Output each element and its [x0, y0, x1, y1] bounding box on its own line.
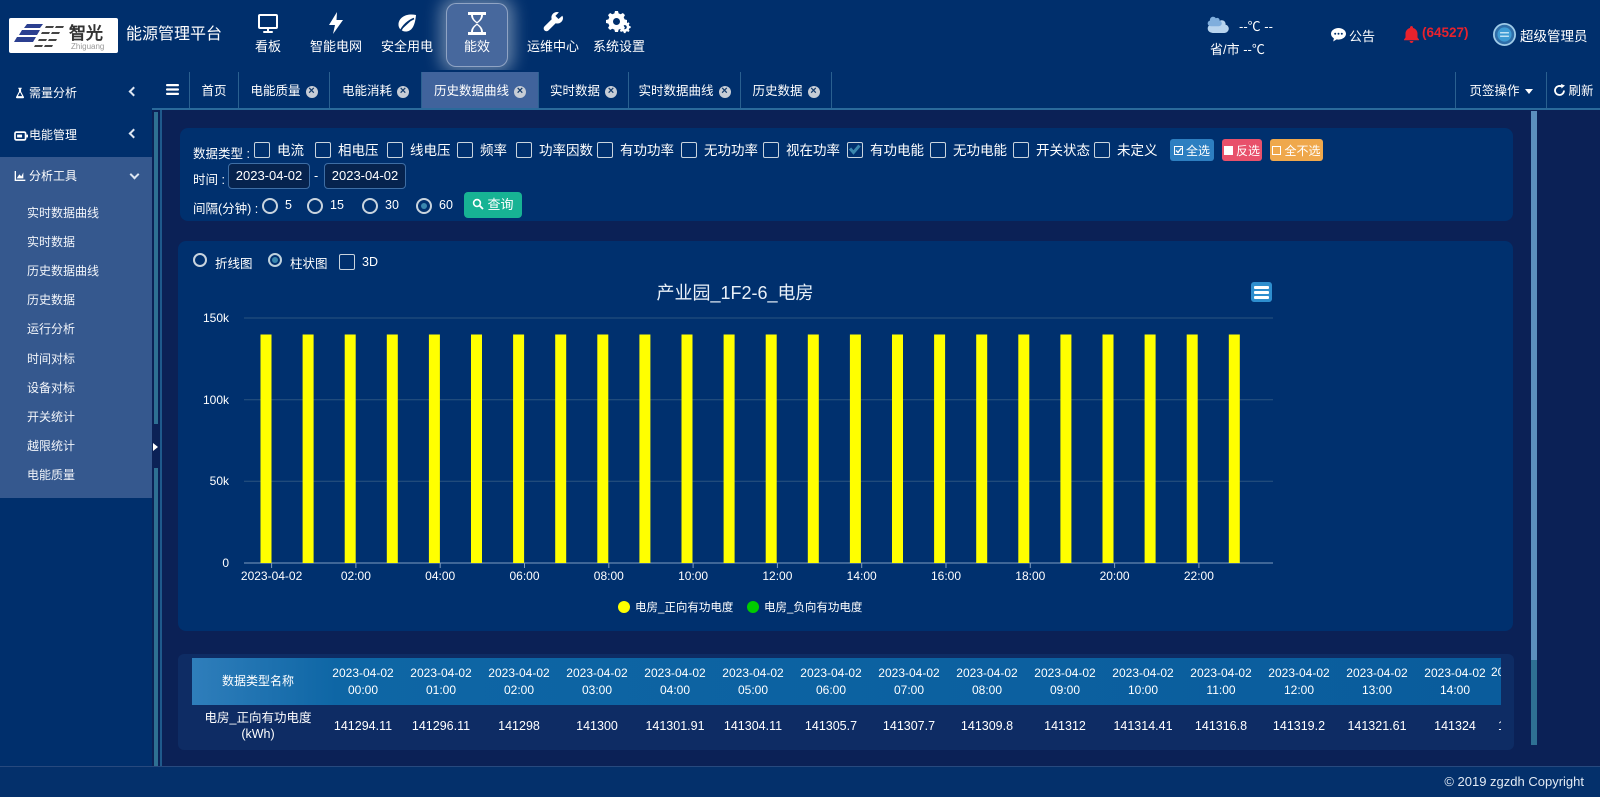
svg-text:150k: 150k — [203, 311, 230, 325]
svg-text:0: 0 — [222, 556, 229, 570]
svg-text:22:00: 22:00 — [1184, 569, 1214, 583]
svg-text:2023-04-02: 2023-04-02 — [241, 569, 303, 583]
svg-text:14:00: 14:00 — [847, 569, 877, 583]
svg-text:100k: 100k — [203, 393, 230, 407]
svg-text:06:00: 06:00 — [509, 569, 539, 583]
svg-text:电房_正向有功电度: 电房_正向有功电度 — [635, 600, 734, 614]
svg-text:电房_负向有功电度: 电房_负向有功电度 — [764, 600, 863, 614]
svg-text:智光: 智光 — [69, 19, 103, 44]
svg-text:16:00: 16:00 — [931, 569, 961, 583]
svg-text:50k: 50k — [210, 474, 230, 488]
svg-text:18:00: 18:00 — [1015, 569, 1045, 583]
svg-text:Zhiguang: Zhiguang — [71, 42, 104, 51]
svg-text:04:00: 04:00 — [425, 569, 455, 583]
svg-text:10:00: 10:00 — [678, 569, 708, 583]
svg-text:02:00: 02:00 — [341, 569, 371, 583]
svg-text:20:00: 20:00 — [1100, 569, 1130, 583]
svg-text:12:00: 12:00 — [762, 569, 792, 583]
svg-text:08:00: 08:00 — [594, 569, 624, 583]
